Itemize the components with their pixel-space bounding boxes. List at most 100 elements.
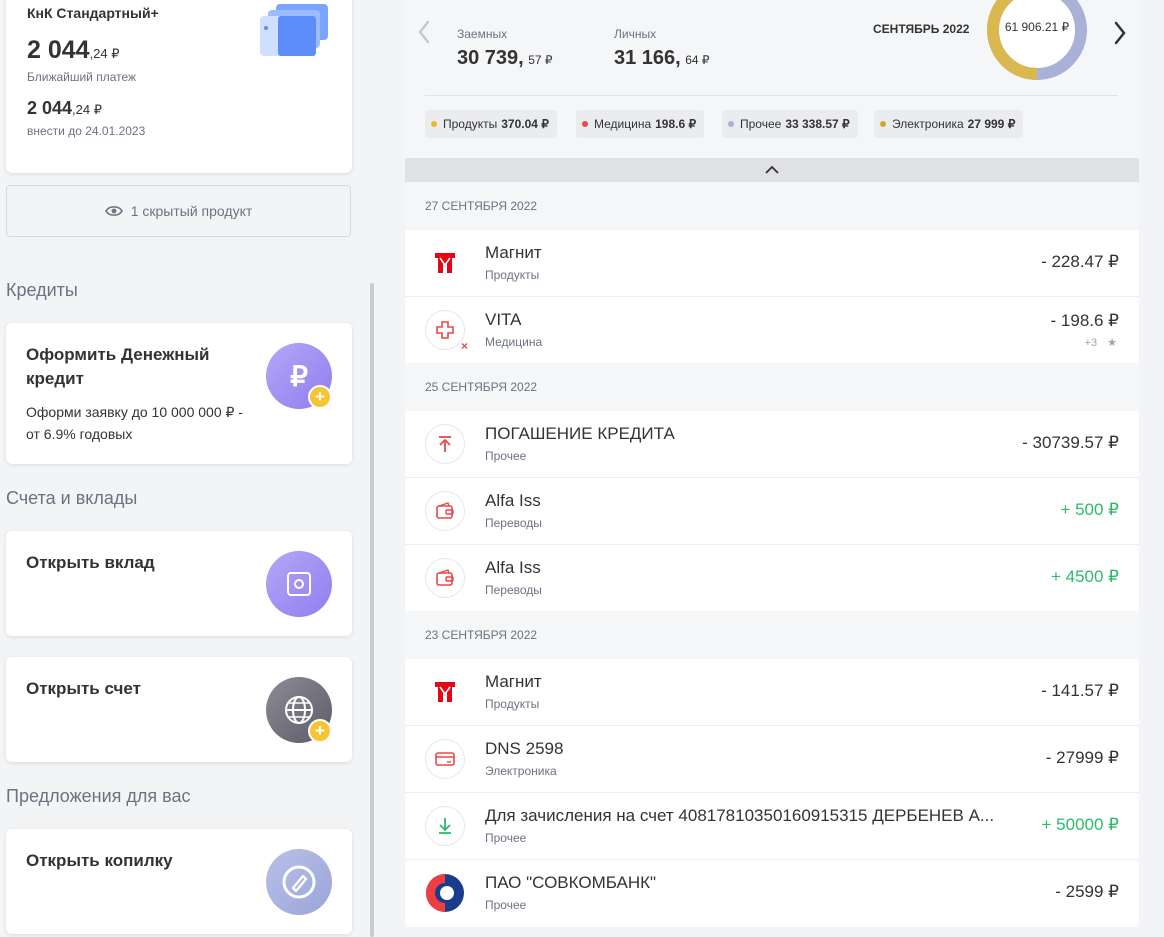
hidden-products-button[interactable]: 1 скрытый продукт [6,185,351,237]
magnit-logo-icon [431,678,459,711]
star-icon: ★ [1107,337,1117,349]
product-card[interactable]: КнК Стандартный+ 2 044,24 ₽ Ближайший пл… [6,0,352,173]
chevron-up-icon [765,166,779,174]
transaction-row[interactable]: Alfa Iss Переводы + 4500 ₽ [405,545,1139,612]
credit-offer-title: Оформить Денежный кредит [26,345,210,388]
transaction-row[interactable]: ПАО "СОВКОМБАНК" Прочее - 2599 ₽ [405,860,1139,927]
category-chip-electronics[interactable]: Электроника 27 999 ₽ [874,110,1024,138]
transaction-name: DNS 2598 [485,739,564,758]
close-icon: × [460,339,468,353]
transaction-amount: + 4500 ₽ [1050,567,1119,586]
prev-month-arrow-icon[interactable] [417,20,431,49]
transaction-amount: - 198.6 ₽ [1050,311,1119,330]
transaction-amount: - 228.47 ₽ [1041,252,1119,271]
safe-icon [266,551,332,617]
credit-offer-card[interactable]: Оформить Денежный кредит Оформи заявку д… [6,323,352,464]
category-chip-medicine[interactable]: Медицина 198.6 ₽ [576,110,705,138]
operations-panel: Заемных 30 739, 57 ₽ Личных 31 166, 64 ₽… [405,0,1139,937]
transaction-category: Переводы [485,516,542,530]
month-label[interactable]: СЕНТЯБРЬ 2022 [873,22,969,36]
wallet-icon [425,558,465,598]
transaction-category: Прочее [485,449,527,463]
payment-amount: 2 044,24 ₽ [27,98,103,118]
left-scrollbar[interactable] [370,283,374,937]
nearest-payment: 2 044,24 ₽ [27,36,120,64]
transaction-name: ПАО "СОВКОМБАНК" [485,873,657,892]
product-title: КнК Стандартный+ [27,5,159,21]
nearest-payment-label: Ближайший платеж [27,70,137,84]
transaction-name: Магнит [485,243,542,262]
chip-dot [728,121,734,127]
date-header: 27 СЕНТЯБРЯ 2022 [405,182,1139,230]
transaction-extra: +3 ★ [1084,337,1117,349]
transaction-amount: - 30739.57 ₽ [1022,433,1119,452]
transaction-name: ПОГАШЕНИЕ КРЕДИТА [485,424,675,443]
due-date-label: внести до 24.01.2023 [27,124,146,138]
plus-badge-icon: + [308,719,332,743]
transaction-amount: + 50000 ₽ [1041,815,1119,834]
next-month-arrow-icon[interactable] [1113,21,1127,50]
transaction-amount: + 500 ₽ [1060,500,1119,519]
chip-dot [582,121,588,127]
transaction-amount: - 2599 ₽ [1055,882,1119,901]
transaction-category: Медицина [485,335,543,349]
borrowed-label: Заемных [457,27,508,41]
date-header: 25 СЕНТЯБРЯ 2022 [405,363,1139,411]
piggy-card-title: Открыть копилку [26,851,173,870]
category-chip-products[interactable]: Продукты 370.04 ₽ [425,110,557,138]
left-panel: КнК Стандартный+ 2 044,24 ₽ Ближайший пл… [0,0,374,937]
transaction-category: Прочее [485,898,527,912]
transaction-row[interactable]: DNS 2598 Электроника - 27999 ₽ [405,726,1139,793]
transaction-row[interactable]: Магнит Продукты - 228.47 ₽ [405,230,1139,297]
transaction-category: Переводы [485,583,542,597]
transaction-name: Магнит [485,672,542,691]
eye-icon [104,205,123,217]
donut-chart [987,0,1087,80]
date-header: 23 СЕНТЯБРЯ 2022 [405,611,1139,659]
section-offers-title: Предложения для вас [6,786,191,806]
piggy-card[interactable]: Открыть копилку [6,829,352,934]
transaction-amount: - 141.57 ₽ [1041,681,1119,700]
transaction-row[interactable]: ПОГАШЕНИЕ КРЕДИТА Прочее - 30739.57 ₽ [405,411,1139,478]
transaction-name: Alfa Iss [485,558,541,577]
card-icon [425,739,465,779]
credit-offer-desc: Оформи заявку до 10 000 000 ₽ - от 6.9% … [26,404,243,442]
transaction-row[interactable]: Для зачисления на счет 40817810350160915… [405,793,1139,860]
plus-badge-icon: + [308,385,332,409]
transaction-category: Прочее [485,831,527,845]
month-summary: Заемных 30 739, 57 ₽ Личных 31 166, 64 ₽… [405,0,1139,158]
account-card[interactable]: Открыть счет + [6,657,352,762]
hidden-products-label: 1 скрытый продукт [130,203,253,219]
download-arrow-icon [425,806,465,846]
category-chip-other[interactable]: Прочее 33 338.57 ₽ [722,110,858,138]
upload-arrow-icon [425,424,465,464]
deposit-card-title: Открыть вклад [26,553,155,572]
transaction-row[interactable]: × VITA Медицина - 198.6 ₽ +3 ★ [405,297,1139,364]
borrowed-amount: 30 739, 57 ₽ [457,47,553,69]
transaction-row[interactable]: Alfa Iss Переводы + 500 ₽ [405,478,1139,545]
chip-dot [431,121,437,127]
section-credits-title: Кредиты [6,280,78,300]
sovcombank-logo-icon [425,873,465,918]
donut-total: 61 906.21 ₽ [1004,20,1070,34]
transaction-row[interactable]: Магнит Продукты - 141.57 ₽ [405,659,1139,726]
medical-cross-icon: × [425,310,468,353]
wallet-icon [425,491,465,531]
transaction-name: Для зачисления на счет 40817810350160915… [485,806,995,825]
own-label: Личных [614,27,657,41]
transaction-category: Электроника [485,764,557,778]
transaction-amount: - 27999 ₽ [1045,748,1119,767]
transaction-category: Продукты [485,268,540,282]
magnit-logo-icon [431,249,459,282]
own-amount: 31 166, 64 ₽ [614,47,710,69]
account-card-title: Открыть счет [26,679,141,698]
transaction-category: Продукты [485,697,540,711]
deposit-card[interactable]: Открыть вклад [6,531,352,636]
chip-dot [880,121,886,127]
section-accounts-title: Счета и вклады [6,488,138,508]
collapse-summary-button[interactable] [405,158,1139,182]
cards-stack-icon [260,2,330,58]
transaction-name: Alfa Iss [485,491,541,510]
piggy-icon [266,849,332,915]
summary-divider [425,95,1118,96]
